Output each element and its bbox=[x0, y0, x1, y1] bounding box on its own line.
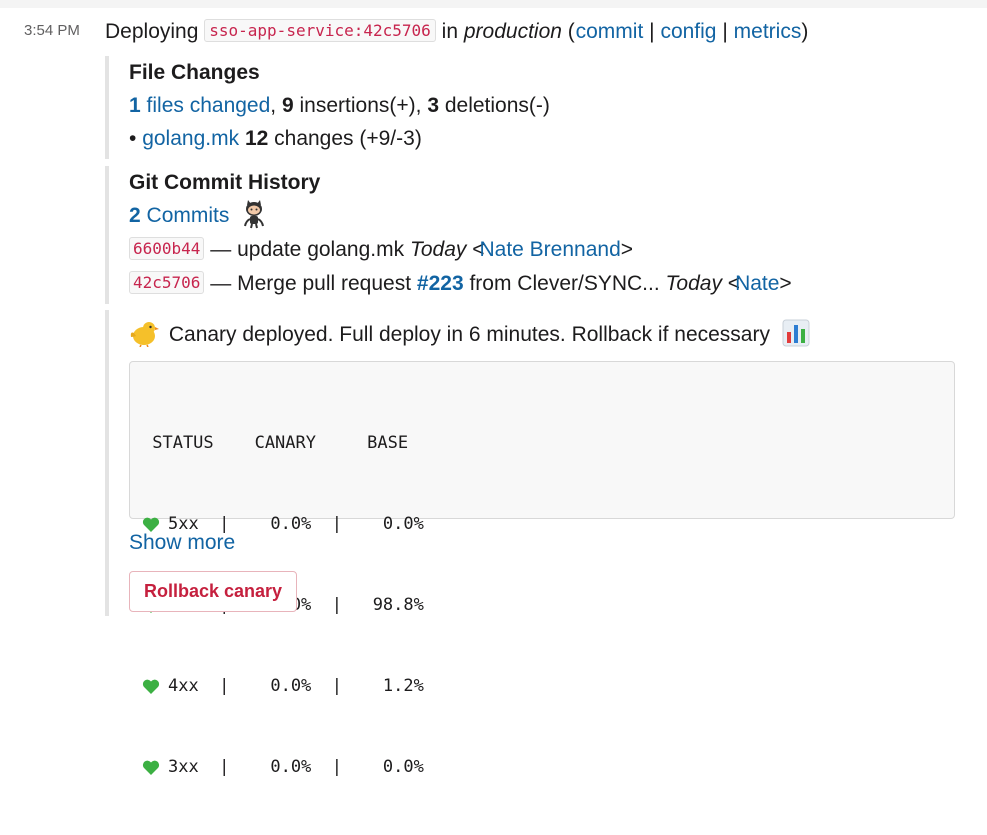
table-row: 4xx | 0.0% | 1.2% bbox=[142, 673, 954, 700]
table-header: STATUS CANARY BASE bbox=[142, 433, 409, 453]
close-paren: ) bbox=[801, 20, 809, 43]
in-word: in bbox=[441, 20, 459, 43]
em-dash: — bbox=[210, 238, 232, 261]
link-separator: | bbox=[649, 20, 655, 43]
insertions-count: 9 bbox=[281, 94, 294, 117]
commits-link[interactable]: 2 Commits bbox=[129, 204, 229, 227]
pull-request-link[interactable]: #223 bbox=[417, 272, 464, 295]
commit-message: update golang.mk bbox=[237, 238, 405, 261]
git-history-attachment: Git Commit History 2 Commits 6600b44 — u… bbox=[105, 166, 969, 304]
canary-attachment: Canary deployed. Full deploy in 6 minute… bbox=[105, 310, 969, 777]
top-band bbox=[0, 0, 987, 8]
deletions-count: 3 bbox=[427, 94, 439, 117]
files-changed-link[interactable]: 1 files changed bbox=[129, 94, 270, 117]
baby-chick-icon bbox=[130, 322, 159, 347]
commit-when: Today bbox=[409, 238, 467, 261]
author-link[interactable]: Nate bbox=[735, 272, 779, 295]
green-heart-icon bbox=[142, 679, 160, 694]
file-changes-count: 12 bbox=[244, 127, 269, 150]
canary-headline: Canary deployed. Full deploy in 6 minute… bbox=[168, 323, 770, 346]
deploy-prefix: Deploying bbox=[105, 20, 199, 43]
environment-name: production bbox=[463, 20, 562, 43]
deletions-label: deletions(-) bbox=[444, 94, 550, 117]
commit-message-suffix: from Clever/SYNC... bbox=[469, 272, 660, 295]
link-separator: | bbox=[722, 20, 728, 43]
file-changes-summary: 1 files changed, 9 insertions(+), 3 dele… bbox=[129, 94, 550, 117]
service-tag: sso-app-service:42c5706 bbox=[204, 19, 436, 42]
deploy-message: 3:54 PM Deploying sso-app-service:42c570… bbox=[0, 8, 987, 777]
commit-hash[interactable]: 6600b44 bbox=[129, 237, 205, 260]
metrics-link[interactable]: metrics bbox=[734, 20, 802, 43]
table-row: 3xx | 0.0% | 0.0% bbox=[142, 754, 954, 781]
commits-summary: 2 Commits bbox=[129, 199, 969, 232]
commit-when: Today bbox=[665, 272, 722, 295]
file-item: • golang.mk 12 changes (+9/-3) bbox=[129, 122, 969, 155]
octocat-icon bbox=[244, 200, 265, 229]
file-changes-title: File Changes bbox=[129, 61, 260, 84]
canary-headline-row: Canary deployed. Full deploy in 6 minute… bbox=[129, 318, 969, 351]
git-history-title: Git Commit History bbox=[129, 171, 321, 194]
message-timestamp[interactable]: 3:54 PM bbox=[24, 22, 80, 39]
config-link[interactable]: config bbox=[660, 20, 716, 43]
author-close: > bbox=[779, 272, 792, 295]
file-link[interactable]: golang.mk bbox=[142, 127, 239, 150]
canary-status-table: STATUS CANARY BASE 5xx | 0.0% | 0.0% 2xx… bbox=[129, 361, 955, 777]
table-row-text: 3xx | 0.0% | 0.0% bbox=[168, 757, 424, 777]
commit-row: 6600b44 — update golang.mk Today <Nate B… bbox=[129, 232, 969, 266]
insertions-label: insertions(+), bbox=[299, 94, 422, 117]
commit-hash[interactable]: 42c5706 bbox=[129, 271, 205, 294]
table-row-text: 4xx | 0.0% | 1.2% bbox=[168, 676, 424, 696]
message-header: Deploying sso-app-service:42c5706 in pro… bbox=[105, 17, 808, 46]
bullet: • bbox=[129, 127, 137, 150]
green-heart-icon bbox=[142, 760, 160, 775]
file-changes-label: changes (+9/-3) bbox=[274, 127, 422, 150]
commit-link[interactable]: commit bbox=[576, 20, 644, 43]
em-dash: — bbox=[210, 272, 232, 295]
rollback-canary-button[interactable]: Rollback canary bbox=[129, 571, 298, 612]
open-paren: ( bbox=[567, 20, 575, 43]
author-close: > bbox=[620, 238, 634, 261]
commit-row: 42c5706 — Merge pull request #223 from C… bbox=[129, 266, 969, 300]
file-changes-attachment: File Changes 1 files changed, 9 insertio… bbox=[105, 56, 969, 159]
author-link[interactable]: Nate Brennand bbox=[479, 238, 620, 261]
bar-chart-icon bbox=[782, 319, 810, 347]
commit-message-prefix: Merge pull request bbox=[237, 272, 412, 295]
